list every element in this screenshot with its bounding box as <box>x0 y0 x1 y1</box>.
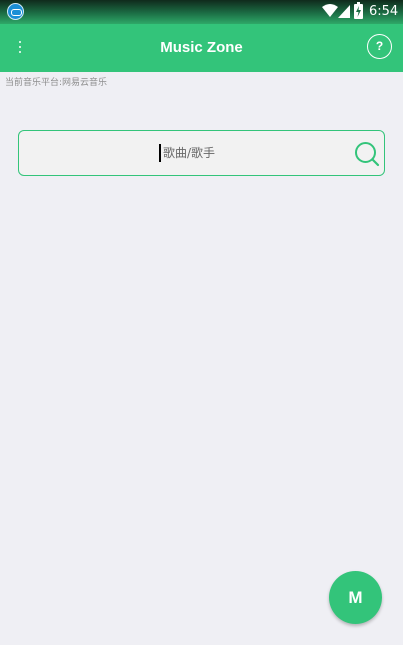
app-notification-icon <box>7 3 24 20</box>
app-toolbar: Music Zone ? <box>0 24 403 72</box>
app-screen: 6:54 Music Zone ? 当前音乐平台:网易云音乐 M <box>0 0 403 645</box>
status-bar: 6:54 <box>0 0 403 24</box>
page-title: Music Zone <box>160 39 243 56</box>
search-icon[interactable] <box>354 141 380 167</box>
signal-icon <box>338 5 350 18</box>
search-input[interactable] <box>29 131 349 175</box>
search-box <box>18 130 385 176</box>
wifi-icon <box>322 4 338 17</box>
help-button[interactable]: ? <box>367 34 392 59</box>
text-cursor <box>159 144 161 162</box>
status-time: 6:54 <box>369 4 399 19</box>
music-platform-fab[interactable]: M <box>329 571 382 624</box>
current-platform-label: 当前音乐平台:网易云音乐 <box>5 78 108 88</box>
battery-charging-icon <box>354 2 363 19</box>
